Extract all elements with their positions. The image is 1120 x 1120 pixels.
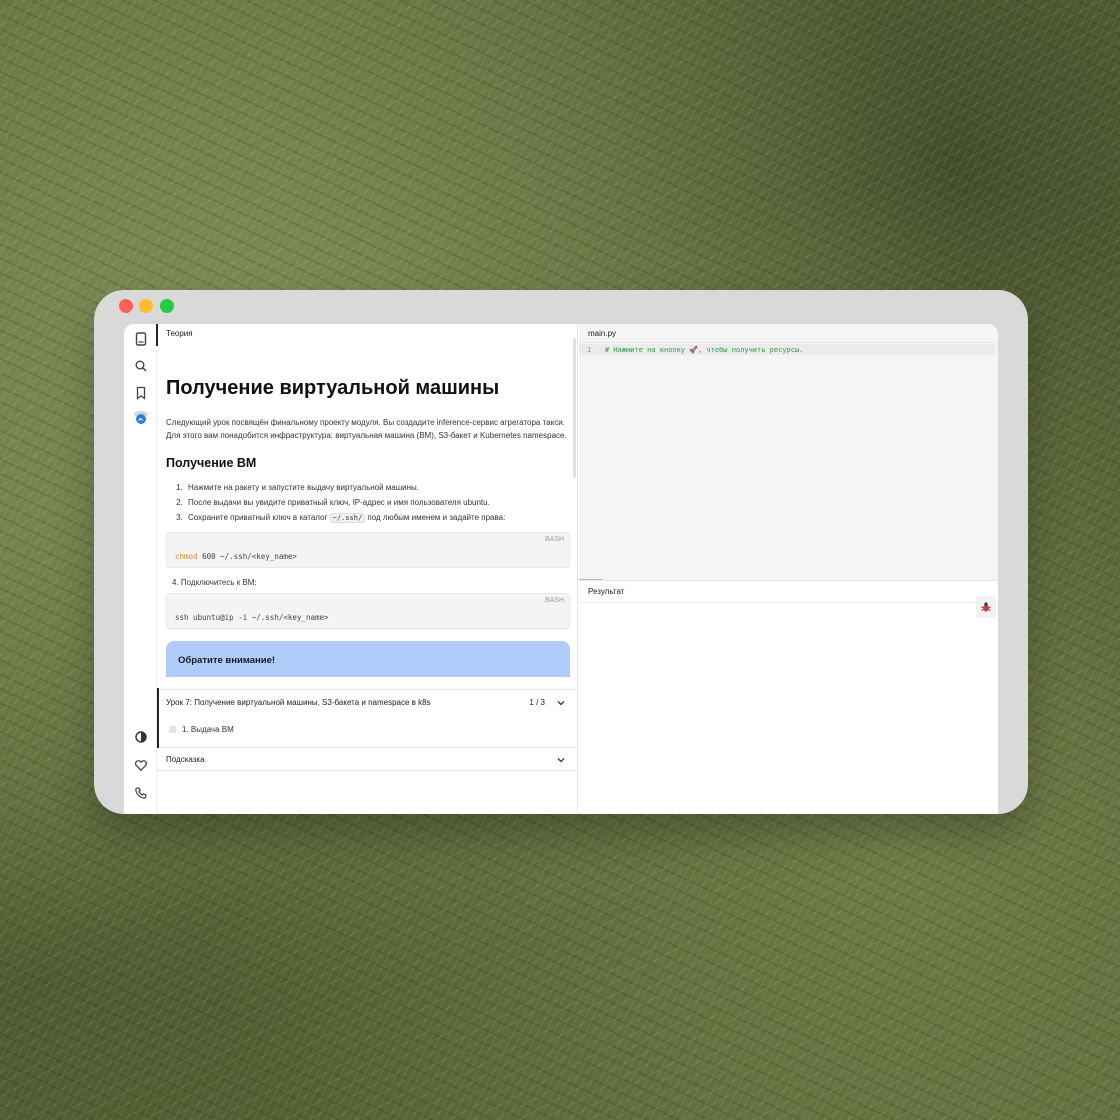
code-args: 600 ~/.ssh/<key_name> bbox=[197, 552, 297, 561]
step3-text-after: под любым именем и задайте права: bbox=[367, 513, 506, 522]
step-item: Сохраните приватный ключ в каталог ~/.ss… bbox=[185, 510, 570, 526]
step-item: 4. Подключитесь к ВМ: bbox=[172, 578, 257, 587]
code-block-ssh[interactable]: BASH ssh ubuntu@ip -i ~/.ssh/<key_name> bbox=[166, 593, 570, 629]
code-language-label: BASH bbox=[544, 536, 564, 543]
lesson-panel-indicator bbox=[157, 688, 159, 748]
minimize-window-button[interactable] bbox=[139, 299, 153, 313]
line-number: 1 bbox=[587, 346, 592, 354]
app-content: Теория Получение виртуальной машины След… bbox=[124, 324, 998, 814]
code-block-chmod[interactable]: BASH chmod 600 ~/.ssh/<key_name> bbox=[166, 532, 570, 568]
section-title: Получение ВМ bbox=[166, 456, 257, 470]
task-item[interactable]: 1. Выдача ВМ bbox=[169, 725, 234, 734]
task-checkbox[interactable] bbox=[169, 726, 176, 733]
result-panel: Результат bbox=[579, 580, 998, 814]
search-icon[interactable] bbox=[132, 357, 150, 375]
chevron-down-icon[interactable] bbox=[556, 755, 566, 765]
inline-code: ~/.ssh/ bbox=[329, 513, 366, 523]
tab-main-py[interactable]: main.py bbox=[588, 329, 616, 338]
lesson-title: Урок 7: Получение виртуальной машины, S3… bbox=[166, 698, 431, 707]
step-item: После выдачи вы увидите приватный ключ, … bbox=[185, 495, 570, 510]
heart-icon[interactable] bbox=[132, 756, 150, 774]
code-line: chmod 600 ~/.ssh/<key_name> bbox=[175, 552, 297, 561]
hint-label: Подсказка bbox=[166, 755, 205, 764]
step3-text-before: Сохраните приватный ключ в каталог bbox=[188, 513, 328, 522]
tab-theory[interactable]: Теория bbox=[166, 329, 193, 338]
code-comment: # Нажмите на кнопку 🚀, чтобы получить ре… bbox=[605, 346, 804, 354]
bookmark-icon[interactable] bbox=[132, 384, 150, 402]
result-divider bbox=[579, 602, 998, 603]
note-title: Обратите внимание! bbox=[178, 655, 276, 666]
note-callout: Обратите внимание! bbox=[166, 641, 570, 677]
avatar[interactable] bbox=[132, 408, 150, 426]
lesson-counter: 1 / 3 bbox=[529, 698, 545, 707]
editor-tab-divider bbox=[579, 342, 998, 343]
task-label: 1. Выдача ВМ bbox=[182, 725, 234, 734]
lesson-panel: Урок 7: Получение виртуальной машины, S3… bbox=[157, 689, 577, 747]
contrast-icon[interactable] bbox=[132, 728, 150, 746]
theory-content: Получение виртуальной машины Следующий у… bbox=[166, 374, 570, 677]
hint-panel[interactable]: Подсказка bbox=[157, 747, 577, 771]
code-line: ssh ubuntu@ip -i ~/.ssh/<key_name> bbox=[175, 613, 329, 622]
intro-paragraph: Следующий урок посвящён финальному проек… bbox=[166, 418, 567, 440]
code-language-label: BASH bbox=[544, 597, 564, 604]
step-item: Нажмите на ракету и запустите выдачу вир… bbox=[185, 480, 570, 495]
book-icon[interactable] bbox=[132, 330, 150, 348]
chevron-down-icon[interactable] bbox=[556, 698, 566, 708]
page-title: Получение виртуальной машины bbox=[166, 377, 500, 399]
code-editor[interactable]: main.py 1 # Нажмите на кнопку 🚀, чтобы п… bbox=[579, 324, 998, 581]
code-keyword: chmod bbox=[175, 552, 198, 561]
phone-icon[interactable] bbox=[132, 784, 150, 802]
maximize-window-button[interactable] bbox=[160, 299, 174, 313]
window-titlebar bbox=[94, 290, 1028, 324]
left-rail bbox=[124, 324, 158, 814]
theory-pane: Теория Получение виртуальной машины След… bbox=[157, 324, 578, 814]
bug-icon[interactable] bbox=[976, 596, 996, 618]
steps-list: Нажмите на ракету и запустите выдачу вир… bbox=[166, 480, 570, 526]
close-window-button[interactable] bbox=[119, 299, 133, 313]
scrollbar[interactable] bbox=[573, 338, 576, 478]
app-window: Теория Получение виртуальной машины След… bbox=[94, 290, 1028, 814]
result-label: Результат bbox=[588, 587, 625, 596]
